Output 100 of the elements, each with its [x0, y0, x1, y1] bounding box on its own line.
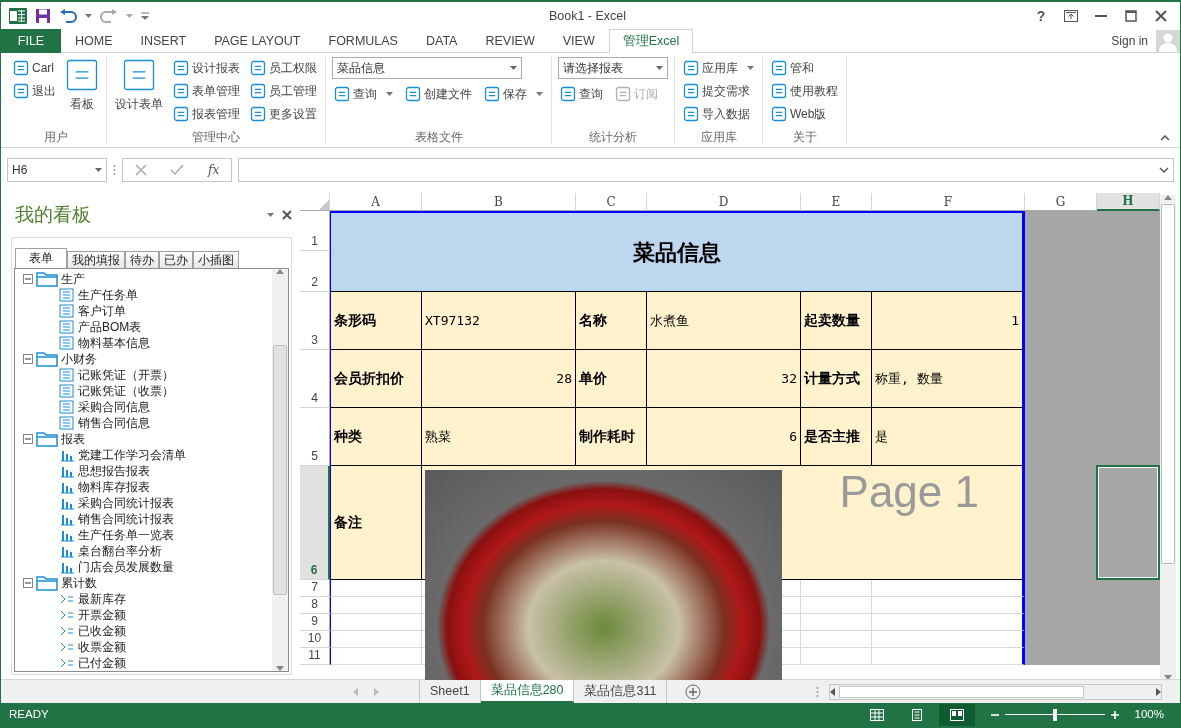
tree-item[interactable]: 记账凭证（开票）: [23, 367, 272, 383]
column-header[interactable]: A: [330, 193, 422, 211]
ribbon-button[interactable]: 报表管理: [171, 103, 242, 125]
row-header[interactable]: 9: [300, 614, 330, 631]
tree-item[interactable]: 思想报告报表: [23, 463, 272, 479]
row-header[interactable]: 8: [300, 597, 330, 614]
tree-item[interactable]: 已收金额: [23, 623, 272, 639]
caret-icon[interactable]: [267, 213, 274, 217]
ribbon-tab[interactable]: HOME: [61, 29, 127, 53]
pane-tab[interactable]: 表单: [15, 248, 67, 268]
ribbon-button[interactable]: 表单管理: [171, 80, 242, 102]
tree-item[interactable]: 门店会员发展数量: [23, 559, 272, 575]
ribbon-tab[interactable]: FORMULAS: [314, 29, 412, 53]
tree-item[interactable]: 已付金额: [23, 655, 272, 671]
selected-cell[interactable]: [1096, 465, 1160, 580]
ribbon-button[interactable]: 查询: [558, 83, 605, 105]
column-header[interactable]: E: [801, 193, 872, 211]
column-header[interactable]: G: [1025, 193, 1097, 211]
row-header[interactable]: 2: [300, 251, 330, 292]
customize-icon[interactable]: [141, 12, 149, 20]
ribbon-button[interactable]: 设计表单: [113, 57, 165, 115]
sheet-tab[interactable]: 菜品信息280: [480, 680, 575, 703]
tree-item[interactable]: 记账凭证（收票）: [23, 383, 272, 399]
tree-item[interactable]: 销售合同信息: [23, 415, 272, 431]
ribbon-button[interactable]: 导入数据: [681, 103, 756, 125]
row-header[interactable]: 3: [300, 292, 330, 350]
pane-tab[interactable]: 我的填报: [67, 251, 125, 268]
ribbon-tab[interactable]: INSERT: [126, 29, 201, 53]
zoom-out-icon[interactable]: [990, 711, 999, 719]
ribbon-button[interactable]: 看板: [64, 57, 100, 115]
ribbon-button[interactable]: Web版: [769, 103, 840, 125]
formula-input[interactable]: [238, 158, 1174, 182]
scrollbar[interactable]: [1160, 195, 1176, 680]
collapse-icon[interactable]: [23, 434, 33, 444]
close-icon[interactable]: [282, 210, 292, 220]
tree-item[interactable]: 客户订单: [23, 303, 272, 319]
row-header[interactable]: 10: [300, 631, 330, 648]
tree-item[interactable]: 桌台翻台率分析: [23, 543, 272, 559]
expand-icon[interactable]: [1159, 167, 1169, 173]
row-header[interactable]: 6: [300, 466, 330, 580]
tree-item[interactable]: 产品BOM表: [23, 319, 272, 335]
save-icon[interactable]: [35, 8, 51, 24]
help-button[interactable]: ?: [1026, 2, 1056, 30]
row-header[interactable]: 7: [300, 580, 330, 597]
ribbon-button[interactable]: 提交需求: [681, 80, 756, 102]
slider-thumb[interactable]: [1052, 709, 1057, 721]
ribbon-button[interactable]: 员工权限: [248, 57, 319, 79]
scroll-up-icon[interactable]: [1164, 195, 1172, 200]
ribbon-button[interactable]: 更多设置: [248, 103, 319, 125]
pane-tab[interactable]: 待办: [125, 251, 159, 268]
zoom-level[interactable]: 100%: [1134, 706, 1164, 724]
report-dropdown[interactable]: 请选择报表: [558, 57, 668, 79]
tree-node[interactable]: 累计数: [23, 575, 272, 591]
collapse-icon[interactable]: [23, 354, 33, 364]
tree-item[interactable]: 生产任务单: [23, 287, 272, 303]
ribbon-tab[interactable]: DATA: [411, 29, 472, 53]
pane-tab[interactable]: 已办: [159, 251, 193, 268]
row-header[interactable]: 4: [300, 350, 330, 408]
ribbon-button[interactable]: Carl: [11, 57, 58, 79]
tree-item[interactable]: 收票金额: [23, 639, 272, 655]
scroll-right-icon[interactable]: [1156, 687, 1161, 696]
ribbon-tab[interactable]: REVIEW: [471, 29, 549, 53]
column-header[interactable]: H: [1097, 193, 1160, 211]
ribbon-tab[interactable]: VIEW: [548, 29, 609, 53]
report-dropdown[interactable]: 菜品信息: [332, 57, 522, 79]
redo-icon[interactable]: [100, 9, 118, 23]
spreadsheet-logo-icon[interactable]: [9, 8, 27, 24]
ribbon-button[interactable]: 查询: [332, 83, 395, 105]
insert-function-button[interactable]: fx: [208, 161, 220, 179]
column-header[interactable]: F: [872, 193, 1025, 211]
tree-node[interactable]: 小财务: [23, 351, 272, 367]
ribbon-button[interactable]: 使用教程: [769, 80, 840, 102]
tree-item[interactable]: 采购合同信息: [23, 399, 272, 415]
tree-node[interactable]: 报表: [23, 431, 272, 447]
pane-tab[interactable]: 小插图: [193, 251, 239, 268]
scroll-down-icon[interactable]: [276, 666, 284, 671]
ribbon-button[interactable]: 应用库: [681, 57, 756, 79]
ribbon-button[interactable]: 退出: [11, 80, 58, 102]
tree-item[interactable]: 采购合同统计报表: [23, 495, 272, 511]
check-icon[interactable]: [170, 164, 185, 176]
caret-icon[interactable]: [85, 14, 92, 18]
tree-node[interactable]: 生产: [23, 271, 272, 287]
sign-in-link[interactable]: Sign in: [1111, 32, 1148, 50]
column-header[interactable]: C: [576, 193, 647, 211]
row-header[interactable]: 11: [300, 648, 330, 665]
ribbon-tab[interactable]: 管理Excel: [608, 29, 694, 53]
collapse-ribbon-icon[interactable]: [1160, 135, 1170, 141]
tree-item[interactable]: 销售合同统计报表: [23, 511, 272, 527]
view-button[interactable]: [938, 704, 975, 726]
tree-item[interactable]: 开票金额: [23, 607, 272, 623]
tree-item[interactable]: 生产任务单一览表: [23, 527, 272, 543]
collapse-icon[interactable]: [23, 578, 33, 588]
tree-item[interactable]: 党建工作学习会清单: [23, 447, 272, 463]
ribbon-button[interactable]: 员工管理: [248, 80, 319, 102]
cancel-icon[interactable]: [134, 164, 147, 176]
add-sheet-icon[interactable]: [685, 683, 702, 700]
column-header[interactable]: D: [647, 193, 801, 211]
scroll-up-icon[interactable]: [276, 269, 284, 274]
ribbon-button[interactable]: 管和: [769, 57, 840, 79]
collapse-icon[interactable]: [23, 274, 33, 284]
